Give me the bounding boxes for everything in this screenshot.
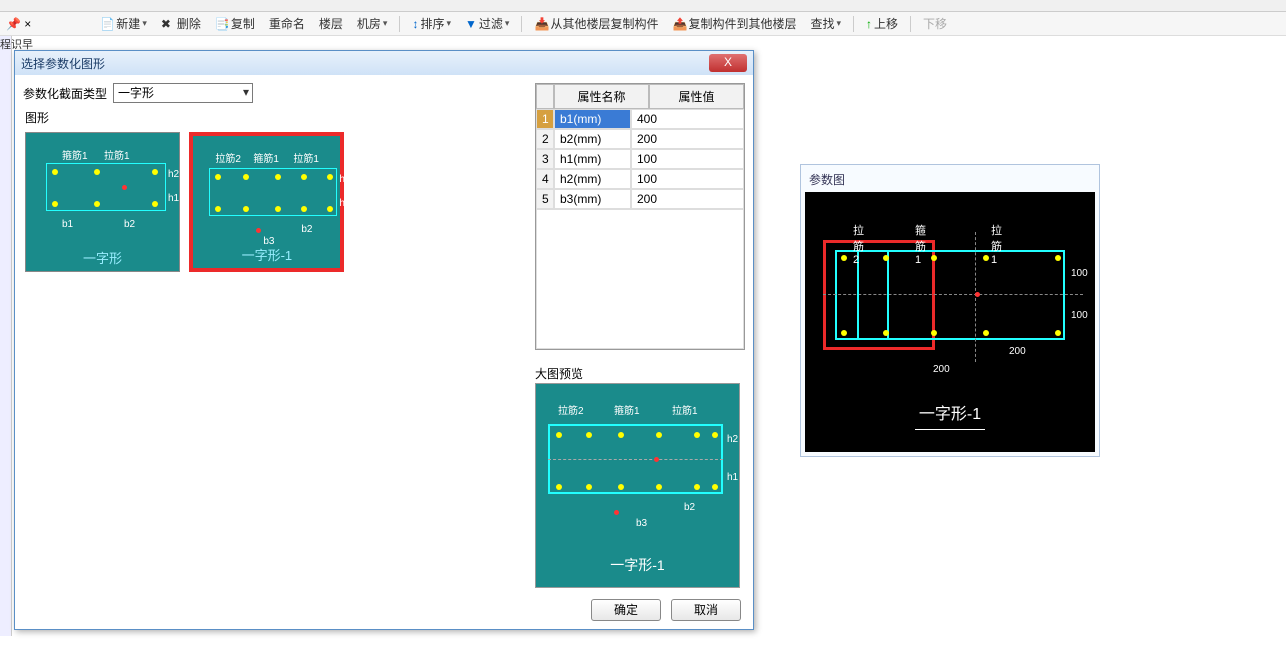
shapes-container: 箍筋1 拉筋1 b1 b2 h1 h2 一字形 [23,130,513,430]
table-row[interactable]: 5 b3(mm) 200 [536,189,744,209]
parameter-caption: 一字形-1 [805,400,1095,424]
top-toolbar-strip [0,0,1286,12]
copy-to-floor-button[interactable]: 📤复制构件到其他楼层 [667,14,801,33]
parameter-panel: 参数图 拉筋2 箍筋1 拉筋1 100 10 [800,164,1100,457]
shape-caption-1: 一字形 [26,248,179,267]
up-icon: ↑ [866,17,872,31]
dialog-body: 参数化截面类型 一字形 图形 箍筋1 拉筋1 b1 b2 [15,75,753,629]
large-preview: 拉筋2 箍筋1 拉筋1 h2 h1 b2 b3 一字形-1 [535,383,740,588]
separator [521,16,522,32]
filter-button[interactable]: ▼过滤▾ [460,14,514,33]
separator [910,16,911,32]
separator [853,16,854,32]
copy-from-icon: 📥 [534,17,548,31]
rename-button[interactable]: 重命名 [264,14,310,33]
down-button[interactable]: 下移 [918,14,952,33]
dialog-close-button[interactable]: X [709,54,747,72]
copy-from-floor-button[interactable]: 📥从其他楼层复制构件 [529,14,663,33]
parameter-panel-title: 参数图 [805,169,1095,190]
filter-icon: ▼ [465,17,477,31]
table-row[interactable]: 1 b1(mm) 400 [536,109,744,129]
select-parametric-shape-dialog: 选择参数化图形 X 参数化截面类型 一字形 图形 箍筋1 拉筋1 [14,50,754,630]
copy-to-icon: 📤 [672,17,686,31]
parameter-canvas: 拉筋2 箍筋1 拉筋1 100 100 200 200 一字形-1 [805,192,1095,452]
preview-label: 大图预览 [535,365,583,382]
shape-thumb-2[interactable]: 拉筋2 箍筋1 拉筋1 b2 b3 h1 [189,132,344,272]
prop-head-name: 属性名称 [554,84,649,109]
new-icon: 📄 [100,17,114,31]
dialog-titlebar[interactable]: 选择参数化图形 X [15,51,753,75]
ok-button[interactable]: 确定 [591,599,661,621]
shape-caption-2: 一字形-1 [193,245,340,264]
room-button[interactable]: 机房▾ [352,14,393,33]
copy-icon: 📑 [215,17,229,31]
table-row[interactable]: 3 h1(mm) 100 [536,149,744,169]
pin-icon: 📌 × [6,17,31,31]
table-row[interactable]: 4 h2(mm) 100 [536,169,744,189]
table-row[interactable]: 2 b2(mm) 200 [536,129,744,149]
new-button[interactable]: 📄新建▾ [95,14,152,33]
delete-button[interactable]: ✖删除 [156,14,206,33]
floor-button[interactable]: 楼层 [314,14,348,33]
delete-icon: ✖ [161,17,175,31]
toolbar-row-2: 📌 × 📄新建▾ ✖删除 📑复制 重命名 楼层 机房▾ ↕排序▾ ▼过滤▾ 📥从… [0,12,1286,36]
sort-button[interactable]: ↕排序▾ [407,14,456,33]
left-panel [0,36,12,636]
find-button[interactable]: 查找▾ [805,14,846,33]
shape-thumb-1[interactable]: 箍筋1 拉筋1 b1 b2 h1 h2 一字形 [25,132,180,272]
dialog-title-text: 选择参数化图形 [21,55,105,72]
up-button[interactable]: ↑上移 [861,14,903,33]
copy-button[interactable]: 📑复制 [210,14,260,33]
prop-head-value: 属性值 [649,84,744,109]
separator [399,16,400,32]
property-table: 属性名称 属性值 1 b1(mm) 400 2 b2(mm) 200 3 h1(… [535,83,745,350]
caption-underline [915,429,985,430]
preview-caption: 一字形-1 [536,555,739,575]
cancel-button[interactable]: 取消 [671,599,741,621]
prop-empty-area [536,209,744,349]
section-type-label: 参数化截面类型 [23,85,107,102]
prop-head-idx [536,84,554,109]
section-type-select[interactable]: 一字形 [113,83,253,103]
